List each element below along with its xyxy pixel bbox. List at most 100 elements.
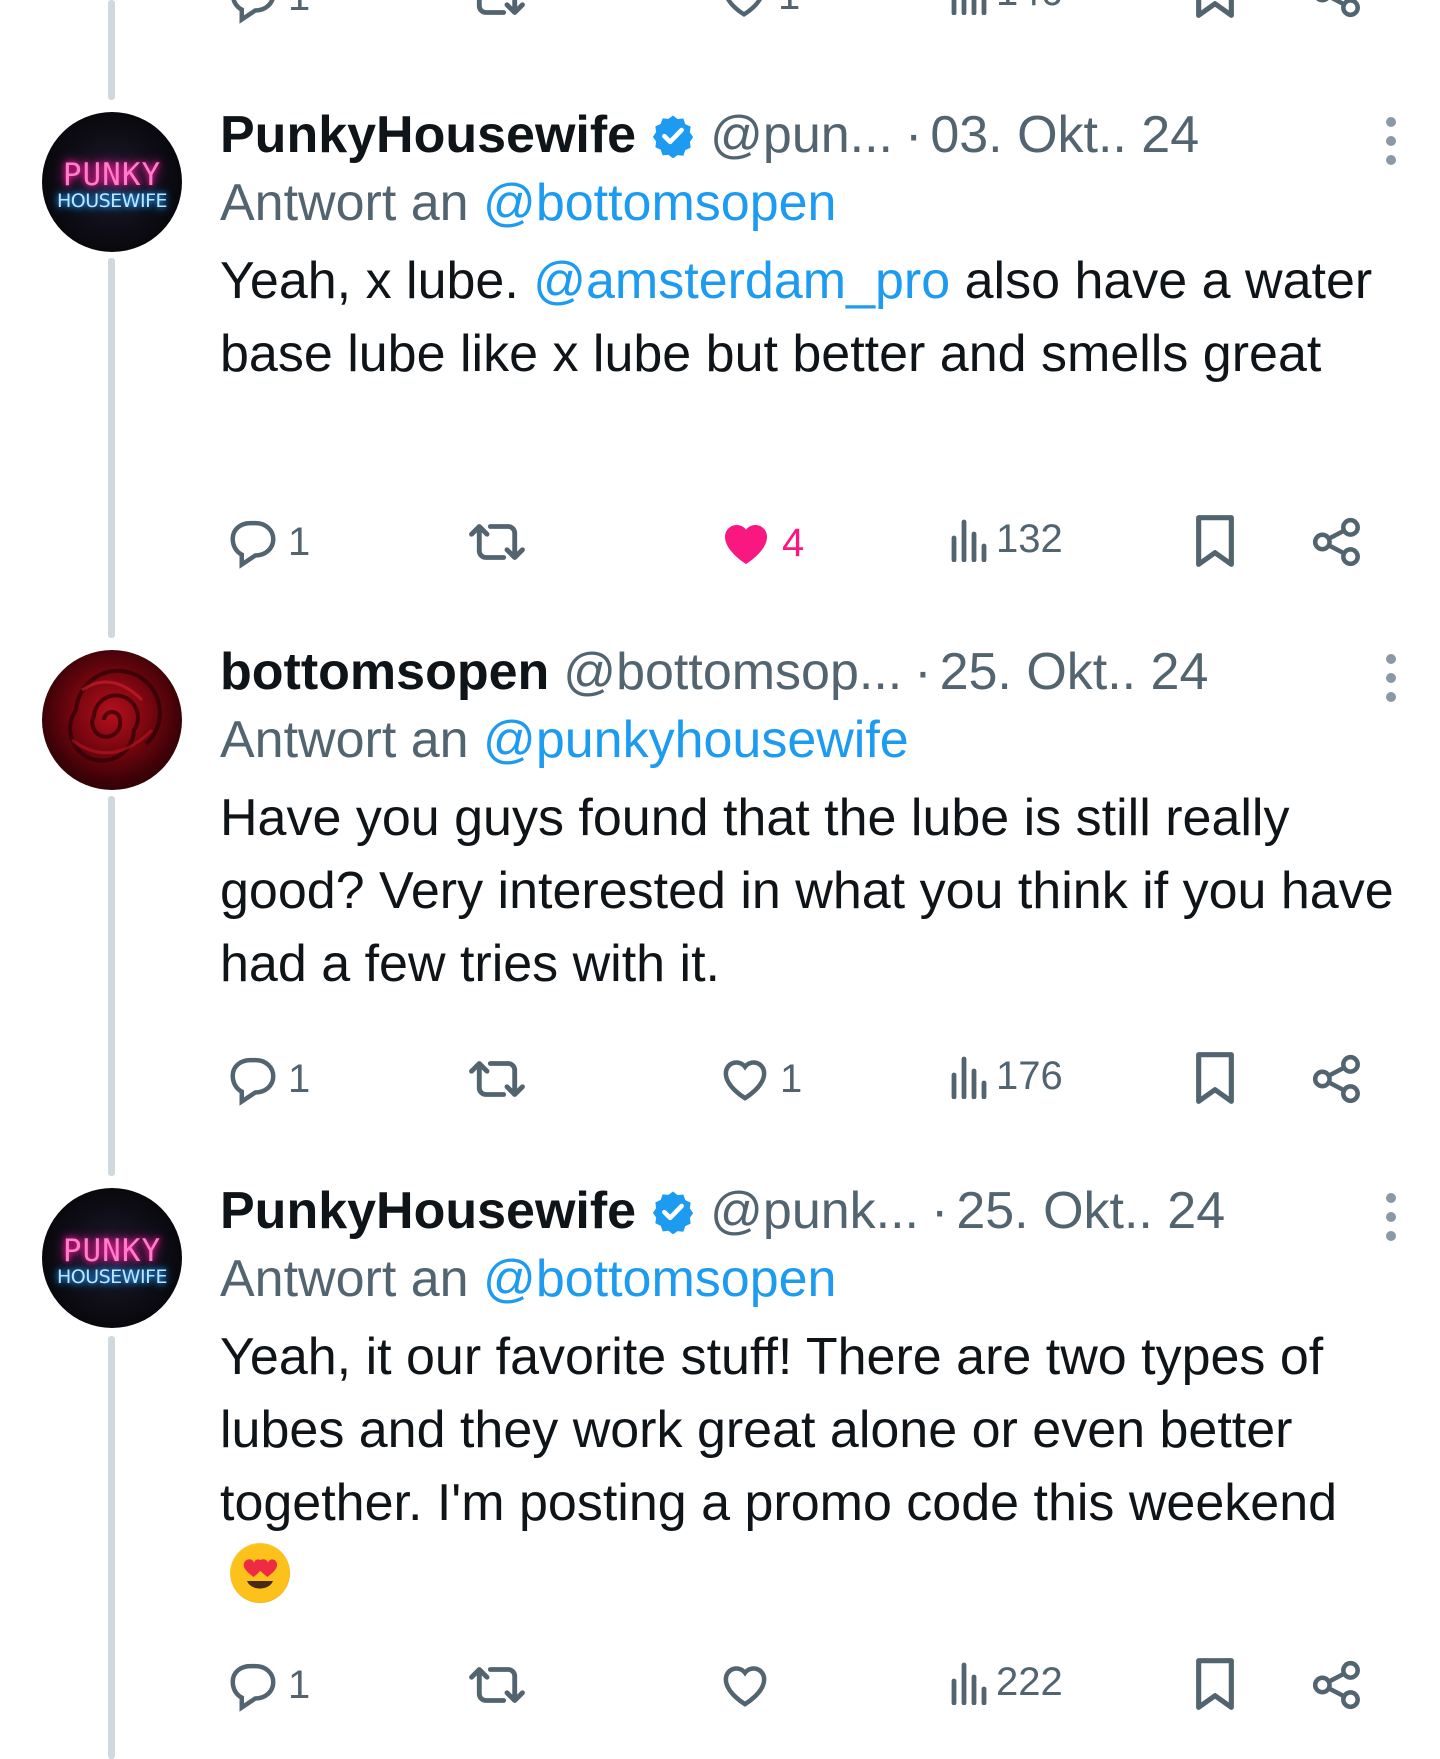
tweet-header: PunkyHousewife @punk... · 25. Okt.. 24 [220, 1181, 1400, 1241]
share-icon [1312, 1054, 1360, 1104]
share-icon [1312, 517, 1360, 567]
verified-badge-icon [652, 1191, 694, 1234]
share-button[interactable] [1310, 515, 1364, 569]
heart-outline-icon [723, 1666, 767, 1707]
handle[interactable]: @bottomsop... [563, 642, 902, 702]
share-button[interactable] [1310, 0, 1364, 20]
retweet-icon [476, 0, 525, 15]
views-button[interactable]: 222 [948, 1660, 1063, 1705]
reply-prefix: Antwort an [220, 711, 469, 769]
reply-prefix: Antwort an [220, 1250, 469, 1308]
views-button[interactable]: 176 [948, 1054, 1063, 1099]
like-count: 1 [778, 0, 800, 19]
share-button[interactable] [1310, 1658, 1364, 1712]
tweet-action-bar: 1 222 [220, 1658, 1400, 1728]
tweet-action-bar: 1 4 132 [220, 515, 1400, 585]
views-button[interactable]: 132 [948, 517, 1063, 562]
like-count: 1 [780, 1056, 803, 1101]
reply-button[interactable]: 1 [226, 1052, 310, 1106]
timestamp[interactable]: 25. Okt.. 24 [956, 1181, 1225, 1241]
reply-to-mention[interactable]: @punkyhousewife [483, 711, 909, 769]
tweet-text-part: Yeah, x lube. [220, 252, 534, 310]
avatar[interactable] [42, 650, 182, 790]
reply-count: 1 [288, 0, 310, 20]
retweet-button[interactable] [466, 515, 528, 569]
reply-context: Antwort an @bottomsopen [220, 165, 1400, 241]
share-icon [1316, 0, 1360, 18]
views-button[interactable]: 146 [948, 0, 1063, 15]
like-count: 4 [782, 520, 805, 565]
retweet-button[interactable] [466, 1052, 528, 1106]
bookmark-button[interactable] [1194, 1656, 1236, 1712]
handle[interactable]: @pun... [710, 105, 893, 165]
reply-to-mention[interactable]: @bottomsopen [483, 1250, 836, 1308]
views-count: 146 [996, 0, 1063, 15]
more-options-icon[interactable] [1386, 654, 1400, 702]
tweet-text: Yeah, x lube. @amsterdam_pro also have a… [220, 245, 1400, 391]
avatar[interactable]: PUNKY HOUSEWIFE [42, 112, 182, 252]
share-button[interactable] [1310, 1052, 1364, 1106]
verified-badge-icon [652, 115, 694, 158]
avatar-logo-line1: PUNKY [62, 1233, 162, 1270]
heart-filled-icon [724, 525, 768, 564]
bookmark-icon [1196, 515, 1234, 567]
views-icon [951, 0, 987, 15]
handle[interactable]: @punk... [710, 1181, 919, 1241]
tweet[interactable]: PunkyHousewife @punk... · 25. Okt.. 24 A… [220, 1181, 1400, 1712]
bookmark-button[interactable] [1194, 513, 1236, 569]
thread-line [108, 796, 115, 1176]
like-button[interactable]: 1 [718, 0, 800, 22]
bookmark-button[interactable] [1194, 1050, 1236, 1106]
like-button[interactable] [718, 1658, 772, 1712]
more-options-icon[interactable] [1386, 117, 1400, 165]
reply-icon [230, 520, 276, 569]
separator-dot: · [931, 1182, 949, 1240]
views-count: 222 [996, 1660, 1063, 1704]
retweet-icon [469, 1667, 525, 1703]
like-button[interactable]: 4 [718, 515, 804, 571]
retweet-icon [469, 1061, 525, 1097]
views-icon [951, 1662, 987, 1705]
avatar[interactable]: PUNKY HOUSEWIFE [42, 1188, 182, 1328]
display-name[interactable]: PunkyHousewife [220, 105, 636, 165]
reply-count: 1 [288, 1662, 311, 1707]
timestamp[interactable]: 03. Okt.. 24 [930, 105, 1199, 165]
bookmark-icon [1196, 0, 1234, 18]
mention-link[interactable]: @amsterdam_pro [533, 252, 950, 310]
share-icon [1312, 1660, 1360, 1710]
timestamp[interactable]: 25. Okt.. 24 [940, 642, 1209, 702]
tweet-text: Yeah, it our favorite stuff! There are t… [220, 1321, 1400, 1613]
reply-button[interactable]: 1 [226, 0, 310, 24]
reply-context: Antwort an @bottomsopen [220, 1241, 1400, 1317]
thread-line [108, 0, 115, 100]
reply-icon [231, 0, 275, 24]
heart-eyes-emoji-icon [230, 1543, 290, 1603]
reply-icon [230, 1663, 276, 1712]
display-name[interactable]: PunkyHousewife [220, 1181, 636, 1241]
reply-button[interactable]: 1 [226, 1658, 310, 1712]
tweet-header: bottomsopen @bottomsop... · 25. Okt.. 24 [220, 642, 1400, 702]
rose-icon [68, 668, 162, 763]
reply-prefix: Antwort an [220, 174, 469, 232]
tweet-action-bar: 1 1 176 [220, 1052, 1400, 1122]
views-count: 176 [996, 1054, 1063, 1098]
tweet-text-part: Yeah, it our favorite stuff! There are t… [220, 1328, 1338, 1532]
display-name[interactable]: bottomsopen [220, 642, 549, 702]
heart-outline-icon [723, 1060, 767, 1101]
tweet[interactable]: bottomsopen @bottomsop... · 25. Okt.. 24… [220, 642, 1400, 1106]
tweet[interactable]: PunkyHousewife @pun... · 03. Okt.. 24 An… [220, 105, 1400, 569]
avatar-logo-line1: PUNKY [62, 157, 162, 194]
reply-count: 1 [288, 519, 311, 564]
views-icon [951, 1056, 987, 1099]
retweet-button[interactable] [466, 1658, 528, 1712]
more-options-icon[interactable] [1386, 1193, 1400, 1241]
like-button[interactable]: 1 [718, 1052, 802, 1106]
reply-context: Antwort an @punkyhousewife [220, 702, 1400, 778]
bookmark-button[interactable] [1194, 0, 1236, 20]
tweet-text: Have you guys found that the lube is sti… [220, 789, 1394, 993]
reply-to-mention[interactable]: @bottomsopen [483, 174, 836, 232]
tweet-header: PunkyHousewife @pun... · 03. Okt.. 24 [220, 105, 1400, 165]
reply-button[interactable]: 1 [226, 515, 310, 569]
retweet-button[interactable] [466, 0, 528, 24]
thread-line [108, 258, 115, 638]
